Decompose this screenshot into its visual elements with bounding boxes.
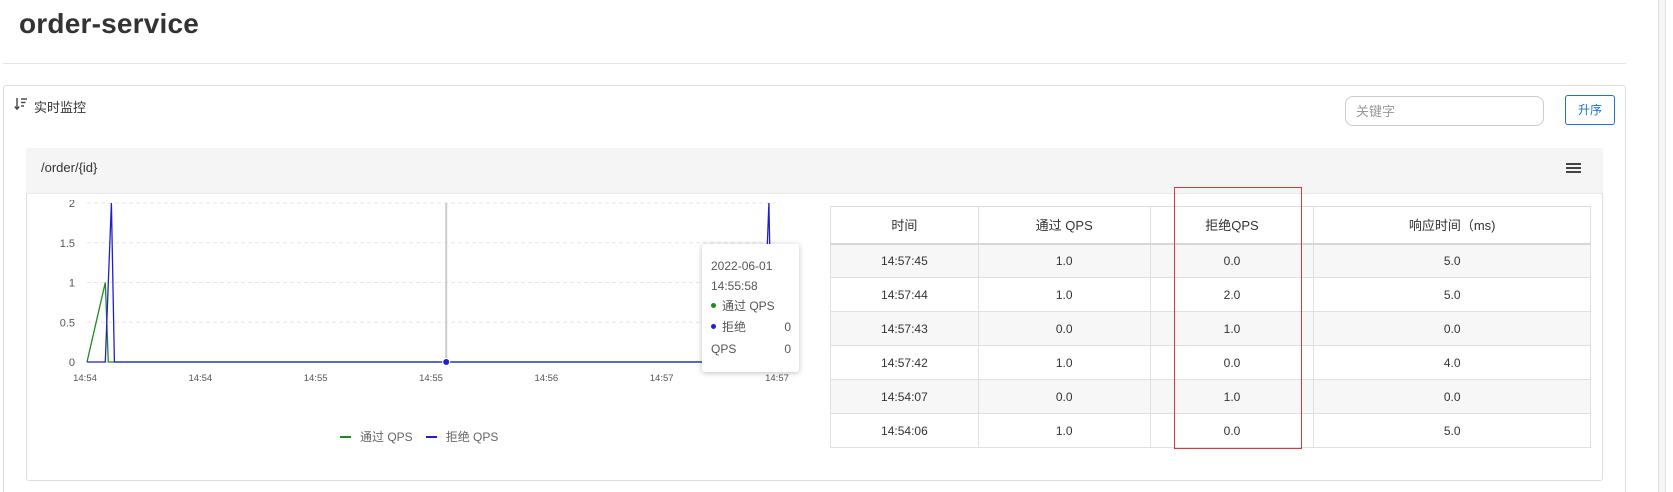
cell-pass-qps: 1.0 [977,413,1151,448]
hamburger-menu-icon[interactable] [1566,163,1581,175]
sort-descending-icon[interactable] [14,97,28,111]
tooltip-block-label: 拒绝 [722,320,747,334]
legend-pass-label: 通过 QPS [360,430,413,444]
qps-line-chart[interactable]: 0 0.5 1 1.5 2 14:54 14:54 14:55 14:55 14:56 14:57 1… [55,200,795,415]
y-tick-label: 0.5 [60,317,75,329]
cell-block-qps: 0.0 [1149,243,1315,278]
x-tick-label: 14:57 [765,373,789,384]
panel-title: 实时监控 [34,100,87,115]
hover-point-marker [442,358,451,366]
x-tick-label: 14:54 [188,373,212,384]
search-input[interactable] [1345,96,1544,126]
cell-pass-qps: 1.0 [977,277,1151,312]
resource-card-header [26,148,1603,194]
tooltip-pass-row: 通过 QPS [711,296,791,316]
table-row: 14:57:44 1.0 2.0 5.0 [830,277,1591,312]
tooltip-time: 14:55:58 [711,279,758,293]
table-header-row: 时间 通过 QPS 拒绝QPS 响应时间（ms) [830,206,1591,245]
y-tick-label: 2 [69,200,75,210]
pass-dot-icon [711,303,716,309]
y-tick-label: 1.5 [60,238,75,250]
cell-block-qps: 1.0 [1149,379,1315,414]
cell-time: 14:57:45 [830,243,979,278]
cell-pass-qps: 1.0 [977,345,1151,380]
resource-name: /order/{id} [41,160,98,175]
cell-time: 14:54:07 [830,379,979,414]
table-row: 14:57:45 1.0 0.0 5.0 [830,243,1591,278]
x-tick-label: 14:57 [650,373,674,384]
table-row: 14:57:42 1.0 0.0 4.0 [830,345,1591,380]
x-tick-label: 14:54 [73,373,97,384]
header-time: 时间 [830,206,979,245]
cell-pass-qps: 0.0 [977,379,1151,414]
page-title: order-service [19,8,200,39]
qps-data-table: 时间 通过 QPS 拒绝QPS 响应时间（ms) 14:57:45 1.0 0.… [830,206,1591,448]
cell-response-time: 5.0 [1313,277,1591,312]
chart-legend: 通过 QPS 拒绝 QPS [340,428,511,445]
y-tick-label: 0 [69,357,75,369]
x-tick-label: 14:55 [304,373,328,384]
cell-block-qps: 0.0 [1149,413,1315,448]
tooltip-block-row-2: QPS 0 [711,338,791,360]
x-tick-label: 14:55 [419,373,443,384]
legend-block-label: 拒绝 QPS [445,430,499,444]
cell-block-qps: 2.0 [1149,277,1315,312]
table-row: 14:54:07 0.0 1.0 0.0 [830,379,1591,414]
tooltip-block-row: 拒绝 0 [711,316,791,338]
header-block-qps: 拒绝QPS [1149,206,1315,245]
cell-time: 14:57:43 [830,311,979,346]
tooltip-block-label-2: QPS [711,342,737,356]
y-tick-label: 1 [69,278,75,290]
chart-tooltip: 2022-06-01 14:55:58 通过 QPS 拒绝 0 QPS 0 [702,244,799,372]
x-tick-label: 14:56 [534,373,558,384]
cell-time: 14:54:06 [830,413,979,448]
vertical-scrollbar[interactable] [1658,0,1666,492]
table-row: 14:54:06 1.0 0.0 5.0 [830,413,1591,448]
cell-response-time: 0.0 [1313,311,1591,346]
header-pass-qps: 通过 QPS [977,206,1151,245]
tooltip-block-value: 0 [784,342,791,356]
cell-pass-qps: 0.0 [977,311,1151,346]
tooltip-pass-value: 0 [784,320,791,334]
cell-time: 14:57:44 [830,277,979,312]
legend-item-pass[interactable]: 通过 QPS [340,428,413,445]
cell-response-time: 5.0 [1313,413,1591,448]
header-response-time: 响应时间（ms) [1313,206,1591,245]
cell-pass-qps: 1.0 [977,243,1151,278]
legend-item-block[interactable]: 拒绝 QPS [425,428,499,445]
cell-response-time: 4.0 [1313,345,1591,380]
tooltip-pass-label: 通过 QPS [722,299,775,313]
legend-block-swatch [425,435,437,438]
legend-pass-swatch [340,435,351,438]
cell-time: 14:57:42 [830,345,979,380]
tooltip-date: 2022-06-01 [711,259,773,273]
cell-block-qps: 0.0 [1149,345,1315,380]
sort-order-button[interactable]: 升序 [1565,95,1615,125]
cell-block-qps: 1.0 [1149,311,1315,346]
block-dot-icon [711,324,716,330]
cell-response-time: 5.0 [1313,243,1591,278]
title-divider [3,63,1626,64]
cell-response-time: 0.0 [1313,379,1591,414]
table-row: 14:57:43 0.0 1.0 0.0 [830,311,1591,346]
